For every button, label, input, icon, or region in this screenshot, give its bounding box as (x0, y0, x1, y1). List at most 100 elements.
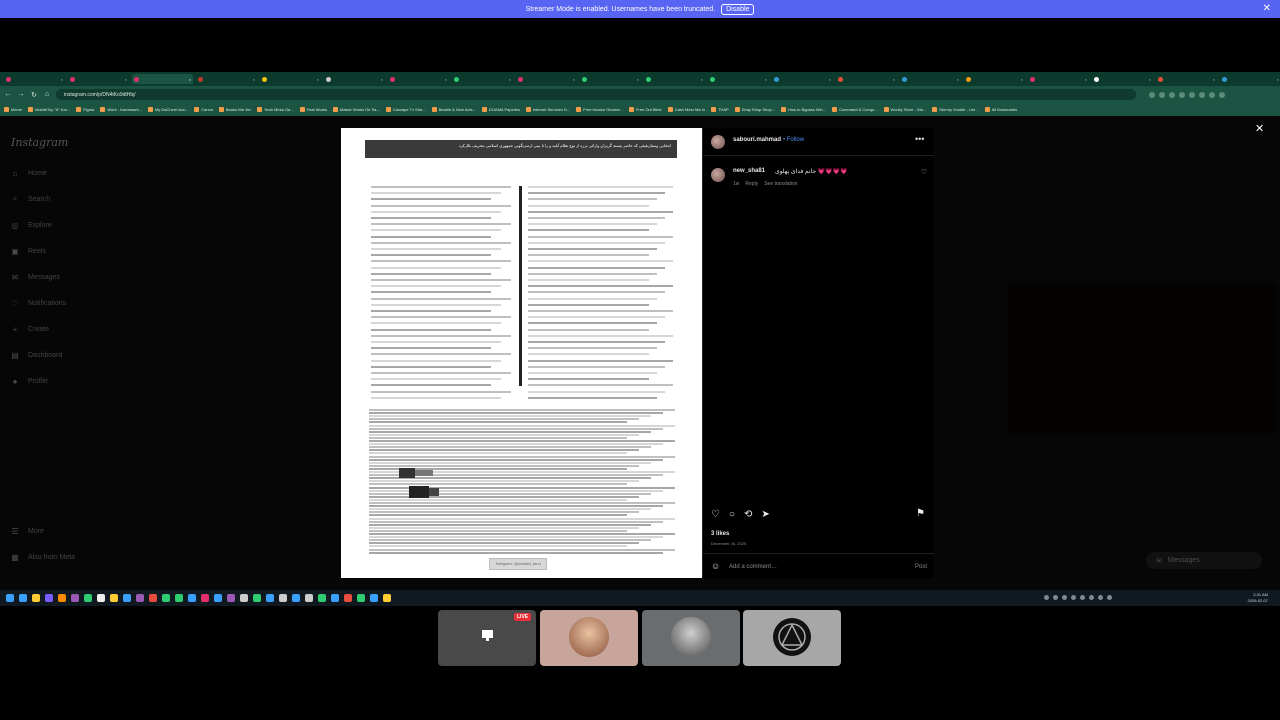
commenter-avatar[interactable] (711, 168, 725, 182)
browser-tab[interactable]: × (1220, 74, 1280, 84)
comment-icon[interactable]: ○ (729, 509, 735, 520)
extension-icon[interactable] (1199, 91, 1205, 98)
tab-close-icon[interactable]: × (637, 77, 639, 82)
bookmark-item[interactable]: THAP (711, 107, 729, 112)
participant-tile[interactable] (743, 610, 841, 666)
bookmark-item[interactable]: Bauko Ma Ver (218, 107, 251, 112)
taskbar-app-icon[interactable] (188, 594, 196, 602)
extension-icon[interactable] (1209, 91, 1215, 98)
participant-tile-screenshare[interactable]: LIVE (438, 610, 536, 666)
bookmark-item[interactable]: Figma (76, 107, 94, 112)
url-input[interactable]: instagram.com/p/DN4tKo9dtHbj/ (56, 89, 1136, 100)
browser-tab[interactable]: × (196, 74, 257, 84)
browser-tab[interactable]: × (260, 74, 321, 84)
taskbar-app-icon[interactable] (45, 594, 53, 602)
tab-close-icon[interactable]: × (1021, 77, 1023, 82)
bookmark-item[interactable]: Work - Ivanmsant... (100, 107, 142, 112)
taskbar-app-icon[interactable] (279, 594, 287, 602)
follow-button[interactable]: • Follow (783, 137, 804, 143)
participant-tile[interactable] (540, 610, 638, 666)
browser-tab[interactable]: × (516, 74, 577, 84)
taskbar-app-icon[interactable] (253, 594, 261, 602)
tray-icon[interactable] (1089, 595, 1094, 600)
taskbar-app-icon[interactable] (266, 594, 274, 602)
bookmark-item[interactable]: All Bookmarks (984, 107, 1017, 112)
extension-icon[interactable] (1179, 91, 1185, 98)
bookmark-item[interactable]: How to Bypass Win... (781, 107, 826, 112)
author-username[interactable]: sabouri.mahmad (733, 137, 781, 143)
close-icon[interactable]: ✕ (1255, 122, 1264, 135)
extension-icon[interactable] (1169, 91, 1175, 98)
taskbar-app-icon[interactable] (318, 594, 326, 602)
bookmark-item[interactable]: Mascir Works De Sa... (333, 107, 380, 112)
bookmark-item[interactable]: Canva (194, 107, 213, 112)
bookmark-item[interactable]: Feat Works (299, 107, 327, 112)
see-translation-link[interactable]: See translation (764, 181, 797, 187)
taskbar-app-icon[interactable] (201, 594, 209, 602)
bookmark-item[interactable]: Stormy Vondie - Lim... (932, 107, 979, 112)
browser-tab[interactable]: × (452, 74, 513, 84)
reload-icon[interactable]: ↻ (30, 91, 38, 99)
disable-streamer-mode-button[interactable]: Disable (721, 3, 755, 15)
extension-icon[interactable] (1219, 91, 1225, 98)
taskbar-app-icon[interactable] (305, 594, 313, 602)
browser-tab[interactable]: × (324, 74, 385, 84)
tray-icon[interactable] (1044, 595, 1049, 600)
taskbar-app-icon[interactable] (383, 594, 391, 602)
tray-icon[interactable] (1080, 595, 1085, 600)
tab-close-icon[interactable]: × (61, 77, 63, 82)
extension-icon[interactable] (1189, 91, 1195, 98)
bookmark-item[interactable]: Meme (4, 107, 22, 112)
tab-close-icon[interactable]: × (701, 77, 703, 82)
taskbar-app-icon[interactable] (331, 594, 339, 602)
comment-like-icon[interactable]: ♡ (921, 168, 927, 176)
tab-close-icon[interactable]: × (765, 77, 767, 82)
tab-close-icon[interactable]: × (573, 77, 575, 82)
taskbar-app-icon[interactable] (370, 594, 378, 602)
more-options-icon[interactable]: ••• (915, 134, 924, 144)
taskbar-app-icon[interactable] (110, 594, 118, 602)
like-count[interactable]: 3 likes (711, 531, 729, 537)
browser-tab[interactable]: × (900, 74, 961, 84)
comment-input[interactable]: Add a comment… (729, 564, 777, 570)
tab-close-icon[interactable]: × (445, 77, 447, 82)
bookmark-item[interactable]: DOAMA Papeiles (481, 107, 520, 112)
tray-icon[interactable] (1107, 595, 1112, 600)
tab-close-icon[interactable]: × (509, 77, 511, 82)
browser-tab[interactable]: × (644, 74, 705, 84)
post-image[interactable]: انتخابی وستارتقیقی که حاضر نیستد گریزان … (341, 128, 702, 578)
taskbar-app-icon[interactable] (357, 594, 365, 602)
home-icon[interactable]: ⌂ (43, 91, 51, 98)
browser-tab[interactable]: × (4, 74, 65, 84)
taskbar-app-icon[interactable] (97, 594, 105, 602)
bookmark-item[interactable]: Internet Services D... (525, 107, 570, 112)
taskbar-app-icon[interactable] (71, 594, 79, 602)
browser-tab[interactable]: × (1028, 74, 1089, 84)
tray-icon[interactable] (1053, 595, 1058, 600)
bookmark-item[interactable]: Cascape Tv Sha... (385, 107, 426, 112)
tab-close-icon[interactable]: × (125, 77, 127, 82)
taskbar-app-icon[interactable] (6, 594, 14, 602)
repost-icon[interactable]: ⟲ (744, 509, 752, 520)
forward-icon[interactable]: → (17, 91, 25, 98)
extension-icon[interactable] (1149, 91, 1155, 98)
tab-close-icon[interactable]: × (1149, 77, 1151, 82)
taskbar-clock[interactable]: 2:31 AM 2026-02-07 (1248, 592, 1268, 604)
extension-icon[interactable] (1159, 91, 1165, 98)
tab-close-icon[interactable]: × (893, 77, 895, 82)
tab-close-icon[interactable]: × (189, 77, 191, 82)
bookmark-item[interactable]: Command & Conqu... (832, 107, 878, 112)
taskbar-app-icon[interactable] (292, 594, 300, 602)
bookmark-item[interactable]: My DaCherri Acc... (147, 107, 188, 112)
browser-tab[interactable]: × (132, 74, 193, 84)
taskbar-app-icon[interactable] (123, 594, 131, 602)
browser-tab[interactable]: × (68, 74, 129, 84)
comment-reply-button[interactable]: Reply (745, 181, 758, 187)
taskbar-app-icon[interactable] (84, 594, 92, 602)
emoji-icon[interactable]: ☺ (711, 561, 720, 571)
close-banner-icon[interactable]: ✕ (1263, 3, 1271, 14)
taskbar-app-icon[interactable] (149, 594, 157, 602)
tab-close-icon[interactable]: × (381, 77, 383, 82)
post-comment-button[interactable]: Post (915, 564, 927, 570)
bookmark-item[interactable]: Cash Mesr Ma In (667, 107, 705, 112)
